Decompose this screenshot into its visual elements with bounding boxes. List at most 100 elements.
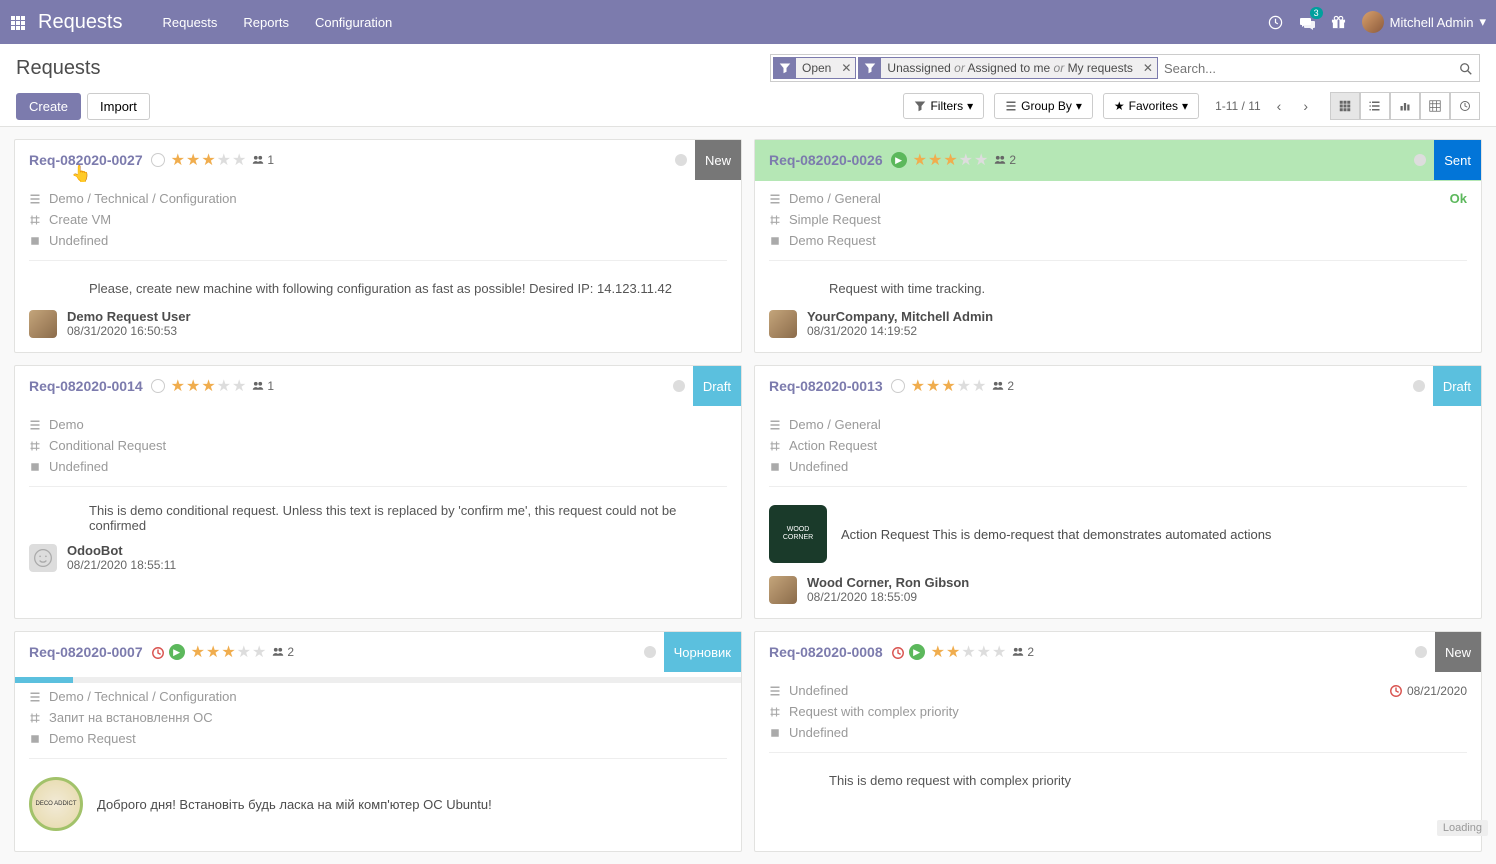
pager-next[interactable]: › xyxy=(1297,94,1314,118)
request-id[interactable]: Req-082020-0027 xyxy=(29,152,143,168)
followers[interactable]: 2 xyxy=(1012,645,1034,659)
request-id[interactable]: Req-082020-0013 xyxy=(769,378,883,394)
followers[interactable]: 2 xyxy=(994,153,1016,167)
request-card[interactable]: Req-082020-0007 ▶ ★★★★★ 2 Чорновик Demo … xyxy=(14,631,742,852)
star-icon[interactable]: ★ xyxy=(941,376,955,396)
nav-configuration[interactable]: Configuration xyxy=(315,15,392,30)
star-icon[interactable]: ★ xyxy=(928,150,942,170)
kanban-state-icon[interactable] xyxy=(1413,380,1425,392)
author-date: 08/21/2020 18:55:11 xyxy=(67,558,176,572)
brand[interactable]: Requests xyxy=(38,11,123,34)
clock-icon[interactable] xyxy=(1268,14,1283,31)
search-input[interactable] xyxy=(1160,57,1475,79)
request-id[interactable]: Req-082020-0026 xyxy=(769,152,883,168)
pivot-view-button[interactable] xyxy=(1420,92,1450,120)
star-icon[interactable]: ★ xyxy=(972,376,986,396)
type-line: Simple Request xyxy=(769,212,1467,227)
card-body: Demo / Technical / Configuration Запит н… xyxy=(15,673,741,851)
star-icon[interactable]: ★ xyxy=(957,376,971,396)
star-icon[interactable]: ★ xyxy=(931,642,945,662)
author-row: Wood Corner, Ron Gibson08/21/2020 18:55:… xyxy=(769,575,1467,604)
play-icon[interactable]: ▶ xyxy=(891,152,907,168)
star-icon[interactable]: ★ xyxy=(186,376,200,396)
star-icon[interactable]: ★ xyxy=(206,642,220,662)
nav-reports[interactable]: Reports xyxy=(243,15,289,30)
followers[interactable]: 2 xyxy=(992,379,1014,393)
request-id[interactable]: Req-082020-0007 xyxy=(29,644,143,660)
star-icon[interactable]: ★ xyxy=(913,150,927,170)
status-dot-icon[interactable] xyxy=(151,379,165,393)
star-icon[interactable]: ★ xyxy=(943,150,957,170)
clock-icon xyxy=(151,644,165,660)
user-menu[interactable]: Mitchell Admin ▾ xyxy=(1362,11,1486,33)
kanban-state-icon[interactable] xyxy=(644,646,656,658)
apps-icon[interactable] xyxy=(10,12,26,33)
star-icon[interactable]: ★ xyxy=(926,376,940,396)
facet-label: Open xyxy=(796,61,837,75)
nav-right: 3 Mitchell Admin ▾ xyxy=(1268,11,1486,33)
star-icon[interactable]: ★ xyxy=(911,376,925,396)
star-icon[interactable]: ★ xyxy=(201,376,215,396)
groupby-button[interactable]: Group By ▾ xyxy=(994,93,1093,119)
kanban-state-icon[interactable] xyxy=(675,154,687,166)
status-dot-icon[interactable] xyxy=(151,153,165,167)
kanban-state-icon[interactable] xyxy=(1414,154,1426,166)
pager-prev[interactable]: ‹ xyxy=(1271,94,1288,118)
star-icon[interactable]: ★ xyxy=(217,150,231,170)
request-card[interactable]: Req-082020-0008 ▶ ★★★★★ 2 New Undefined0… xyxy=(754,631,1482,852)
request-id[interactable]: Req-082020-0014 xyxy=(29,378,143,394)
followers[interactable]: 2 xyxy=(272,645,294,659)
followers[interactable]: 1 xyxy=(252,153,274,167)
play-icon[interactable]: ▶ xyxy=(169,644,185,660)
request-card[interactable]: 👆 Req-082020-0027 ★★★★★ 1 New Demo / Tec… xyxy=(14,139,742,353)
favorites-button[interactable]: ★ Favorites ▾ xyxy=(1103,93,1199,119)
graph-view-button[interactable] xyxy=(1390,92,1420,120)
facet-remove[interactable]: ✕ xyxy=(837,61,855,75)
star-icon[interactable]: ★ xyxy=(191,642,205,662)
request-id[interactable]: Req-082020-0008 xyxy=(769,644,883,660)
status-badge: Sent xyxy=(1434,140,1481,180)
kanban-view-button[interactable] xyxy=(1330,92,1360,120)
nav-requests[interactable]: Requests xyxy=(163,15,218,30)
star-icon[interactable]: ★ xyxy=(252,642,266,662)
kanban-state-icon[interactable] xyxy=(1415,646,1427,658)
star-icon[interactable]: ★ xyxy=(946,642,960,662)
request-card[interactable]: Req-082020-0026 ▶ ★★★★★ 2 Sent Demo / Ge… xyxy=(754,139,1482,353)
star-icon[interactable]: ★ xyxy=(237,642,251,662)
play-icon[interactable]: ▶ xyxy=(909,644,925,660)
star-icon[interactable]: ★ xyxy=(961,642,975,662)
card-header: Req-082020-0027 ★★★★★ 1 New xyxy=(15,140,741,181)
pager-text: 1-11 / 11 xyxy=(1215,99,1261,113)
request-card[interactable]: Req-082020-0014 ★★★★★ 1 Draft Demo Condi… xyxy=(14,365,742,619)
activity-view-button[interactable] xyxy=(1450,92,1480,120)
star-icon[interactable]: ★ xyxy=(221,642,235,662)
import-button[interactable]: Import xyxy=(87,93,150,120)
star-icon[interactable]: ★ xyxy=(171,376,185,396)
card-body: Demo / General Action Request Undefined … xyxy=(755,407,1481,618)
kanban-state-icon[interactable] xyxy=(673,380,685,392)
create-button[interactable]: Create xyxy=(16,93,81,120)
status-dot-icon[interactable] xyxy=(891,379,905,393)
star-icon[interactable]: ★ xyxy=(992,642,1006,662)
star-icon[interactable]: ★ xyxy=(201,150,215,170)
star-icon[interactable]: ★ xyxy=(186,150,200,170)
star-icon[interactable]: ★ xyxy=(977,642,991,662)
star-icon[interactable]: ★ xyxy=(232,150,246,170)
star-icon[interactable]: ★ xyxy=(959,150,973,170)
filters-button[interactable]: Filters ▾ xyxy=(903,93,984,119)
star-icon[interactable]: ★ xyxy=(217,376,231,396)
star-icon[interactable]: ★ xyxy=(232,376,246,396)
star-icon[interactable]: ★ xyxy=(974,150,988,170)
gift-icon[interactable] xyxy=(1331,14,1346,31)
chat-icon[interactable]: 3 xyxy=(1299,13,1315,30)
search-icon[interactable] xyxy=(1459,60,1473,76)
list-view-button[interactable] xyxy=(1360,92,1390,120)
request-card[interactable]: Req-082020-0013 ★★★★★ 2 Draft Demo / Gen… xyxy=(754,365,1482,619)
facet-remove[interactable]: ✕ xyxy=(1139,61,1157,75)
star-icon[interactable]: ★ xyxy=(171,150,185,170)
card-header: Req-082020-0007 ▶ ★★★★★ 2 Чорновик xyxy=(15,632,741,673)
followers[interactable]: 1 xyxy=(252,379,274,393)
funnel-icon xyxy=(774,58,796,78)
card-header: Req-082020-0026 ▶ ★★★★★ 2 Sent xyxy=(755,140,1481,181)
search-bar[interactable]: Open ✕ Unassigned or Assigned to me or M… xyxy=(770,54,1480,82)
